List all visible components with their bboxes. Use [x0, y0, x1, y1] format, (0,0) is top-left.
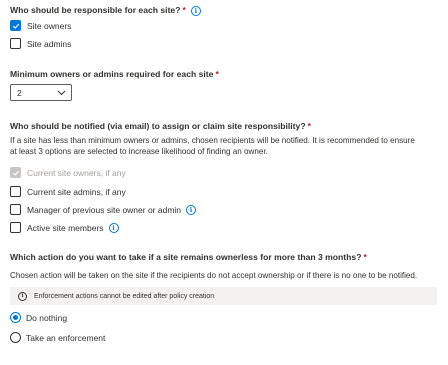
minimum-owners-title: Minimum owners or admins required for ea…	[10, 69, 219, 79]
description-line: at least 3 options are selected to incre…	[10, 147, 268, 156]
ownerless-action-description: Chosen action will be taken on the site …	[10, 271, 418, 280]
ownerless-action-title: Which action do you want to take if a si…	[10, 252, 367, 262]
radio-selected-icon[interactable]	[10, 312, 21, 323]
checkmark-icon	[12, 23, 19, 29]
radio-label: Do nothing	[26, 312, 68, 323]
checkbox-current-site-admins[interactable]: Current site admins, if any	[10, 186, 126, 197]
checkbox-label: Active site members	[27, 222, 104, 233]
info-icon: i	[18, 291, 27, 301]
checkbox-site-admins[interactable]: Site admins	[10, 38, 71, 49]
checkbox-label: Current site owners, if any	[27, 167, 126, 178]
checkbox-box[interactable]	[10, 222, 21, 233]
notification-question-title: Who should be notified (via email) to as…	[10, 121, 311, 131]
checkbox-box[interactable]	[10, 204, 21, 215]
checkbox-box[interactable]	[10, 186, 21, 197]
required-marker: *	[363, 252, 367, 262]
radio-take-enforcement[interactable]: Take an enforcement	[10, 332, 105, 343]
minimum-owners-dropdown[interactable]: 2	[10, 84, 72, 101]
checkbox-label: Site admins	[27, 38, 72, 49]
notification-question-text: Who should be notified (via email) to as…	[10, 121, 306, 131]
checkmark-icon	[12, 170, 19, 176]
radio-do-nothing[interactable]: Do nothing	[10, 312, 67, 323]
checkbox-site-owners[interactable]: Site owners	[10, 20, 71, 31]
info-icon[interactable]: i	[108, 222, 119, 233]
required-marker: *	[182, 5, 186, 15]
info-icon[interactable]: i	[186, 204, 197, 215]
checkbox-manager-previous-owner[interactable]: Manager of previous site owner or admin …	[10, 204, 197, 215]
minimum-owners-text: Minimum owners or admins required for ea…	[10, 69, 214, 79]
checkbox-disabled-checked-icon	[10, 167, 21, 178]
checkbox-label: Manager of previous site owner or admin	[27, 204, 182, 215]
notification-description: If a site has less than minimum owners o…	[10, 135, 415, 157]
dropdown-value: 2	[17, 87, 22, 98]
responsibility-question-text: Who should be responsible for each site?	[10, 5, 181, 15]
checkbox-checked-icon[interactable]	[10, 20, 21, 31]
ownerless-action-text: Which action do you want to take if a si…	[10, 252, 362, 262]
checkbox-box[interactable]	[10, 38, 21, 49]
banner-text: Enforcement actions cannot be edited aft…	[34, 292, 215, 300]
required-marker: *	[215, 69, 219, 79]
checkbox-label: Site owners	[27, 20, 72, 31]
checkbox-active-site-members[interactable]: Active site members i	[10, 222, 119, 233]
chevron-down-icon	[57, 89, 66, 95]
enforcement-info-banner: i Enforcement actions cannot be edited a…	[10, 287, 437, 305]
checkbox-current-site-owners: Current site owners, if any	[10, 167, 126, 178]
info-icon[interactable]: i	[190, 5, 201, 16]
radio-label: Take an enforcement	[26, 332, 106, 343]
description-line: If a site has less than minimum owners o…	[10, 136, 415, 145]
checkbox-label: Current site admins, if any	[27, 186, 126, 197]
responsibility-question-title: Who should be responsible for each site?…	[10, 5, 201, 16]
radio-button[interactable]	[10, 332, 21, 343]
required-marker: *	[307, 121, 311, 131]
